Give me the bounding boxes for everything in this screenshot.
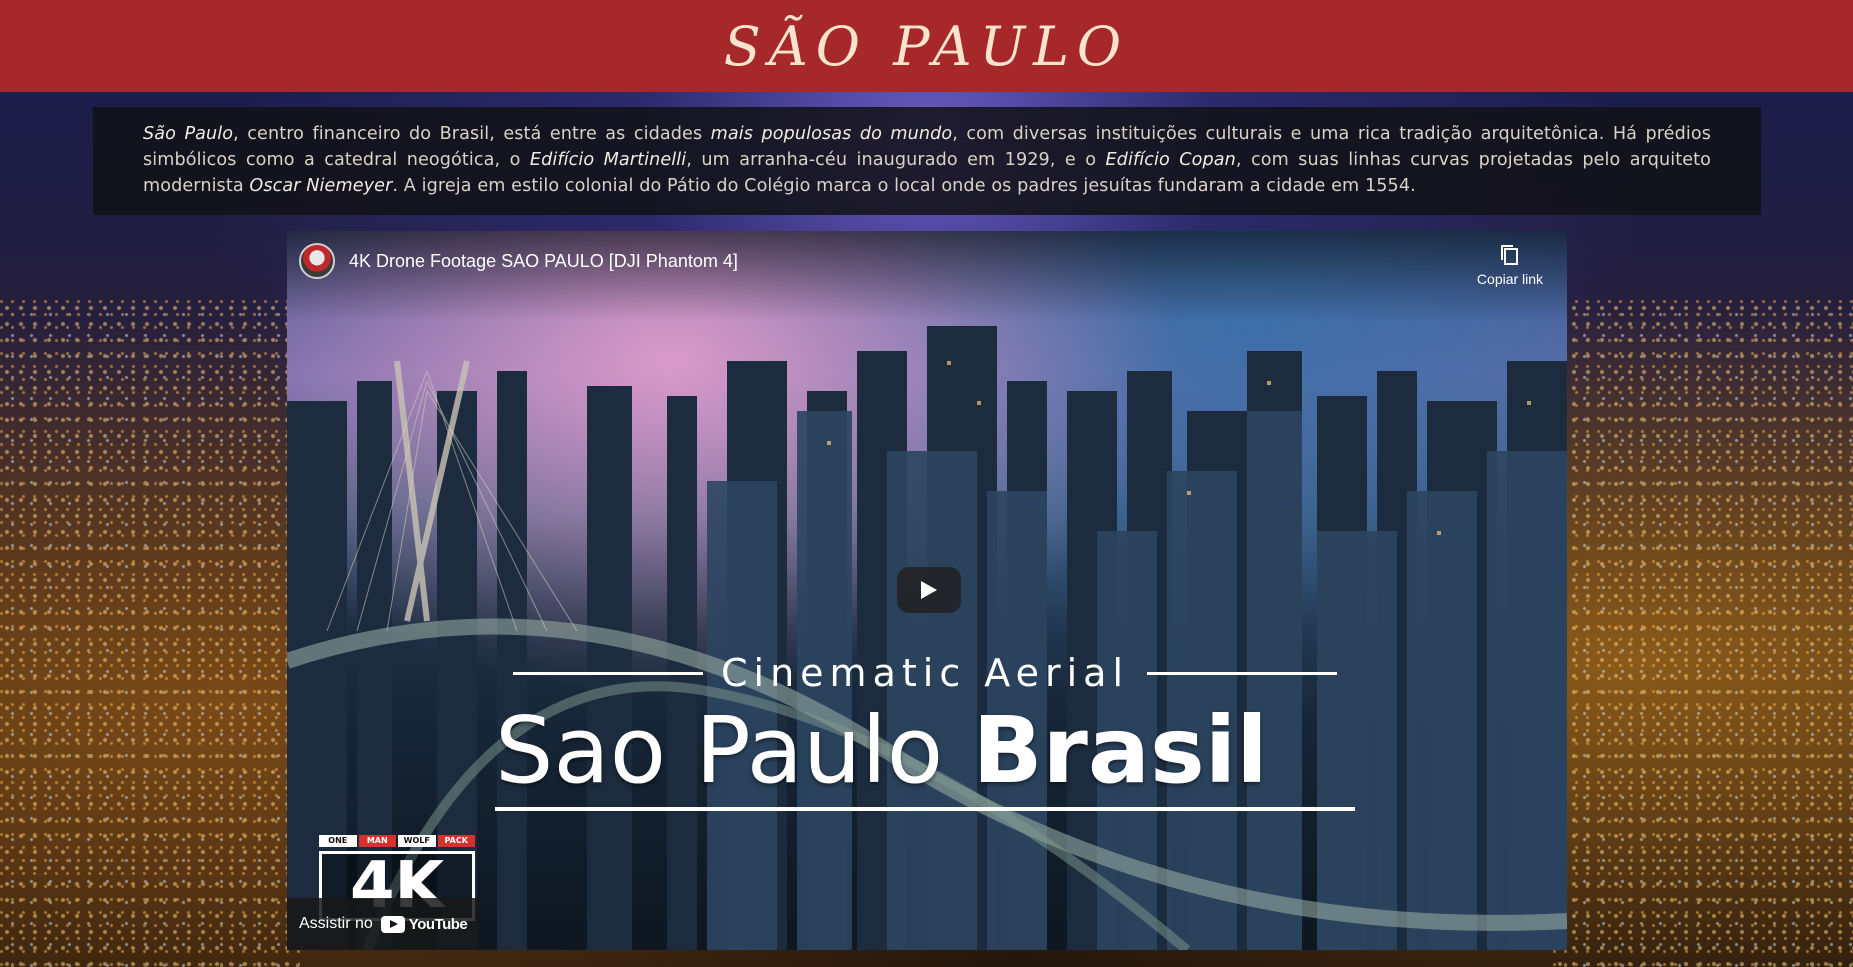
thumbnail-title-light: Sao Paulo [495,697,973,804]
badge-strip: ONE MAN WOLF PACK [319,835,475,847]
video-top-bar [287,231,1567,321]
badge-strip-word: MAN [358,835,396,847]
copy-link-button[interactable]: Copiar link [1475,243,1545,289]
intro-city: São Paulo [143,124,234,144]
intro-text-5: . A igreja em estilo colonial do Pátio d… [392,176,1416,196]
intro-paragraph: São Paulo, centro financeiro do Brasil, … [143,121,1711,199]
youtube-logo-icon [380,915,405,933]
copy-link-label: Copiar link [1476,271,1544,287]
intro-text-1: , centro financeiro do Brasil, está entr… [233,124,711,144]
thumbnail-title: Sao Paulo Brasil [495,701,1355,801]
copy-icon [1501,245,1518,265]
subtitle-rule-left [513,671,703,675]
badge-strip-word: WOLF [398,835,436,847]
channel-avatar[interactable] [299,243,335,279]
thumbnail-title-underline [495,807,1355,811]
page-title: SÃO PAULO [723,14,1130,78]
youtube-video-embed[interactable]: 4K Drone Footage SAO PAULO [DJI Phantom … [287,231,1567,950]
city-lights-right [1553,300,1853,967]
intro-emphasis-niemeyer: Oscar Niemeyer [249,176,393,196]
site-header: SÃO PAULO [0,0,1853,92]
thumbnail-subtitle: Cinematic Aerial [721,651,1130,695]
intro-text-3: , um arranha-céu inaugurado em 1929, e o [686,150,1106,170]
badge-strip-word: PACK [437,835,475,847]
watch-on-youtube-button[interactable]: Assistir no YouTube [287,898,480,950]
play-button[interactable] [897,567,961,613]
video-title[interactable]: 4K Drone Footage SAO PAULO [DJI Phantom … [349,251,738,272]
intro-panel: São Paulo, centro financeiro do Brasil, … [93,107,1761,215]
thumbnail-title-bold: Brasil [972,697,1268,804]
intro-emphasis-martinelli: Edifício Martinelli [529,150,687,170]
intro-emphasis-populous: mais populosas do mundo [710,124,953,144]
thumbnail-subtitle-row: Cinematic Aerial [495,651,1355,695]
youtube-logo: YouTube [380,915,468,933]
watch-on-label: Assistir no [299,915,373,932]
badge-strip-word: ONE [319,835,357,847]
play-icon [921,581,937,599]
youtube-wordmark: YouTube [408,915,468,933]
city-lights-left [0,300,300,967]
intro-emphasis-copan: Edifício Copan [1105,150,1236,170]
subtitle-rule-right [1147,671,1338,675]
